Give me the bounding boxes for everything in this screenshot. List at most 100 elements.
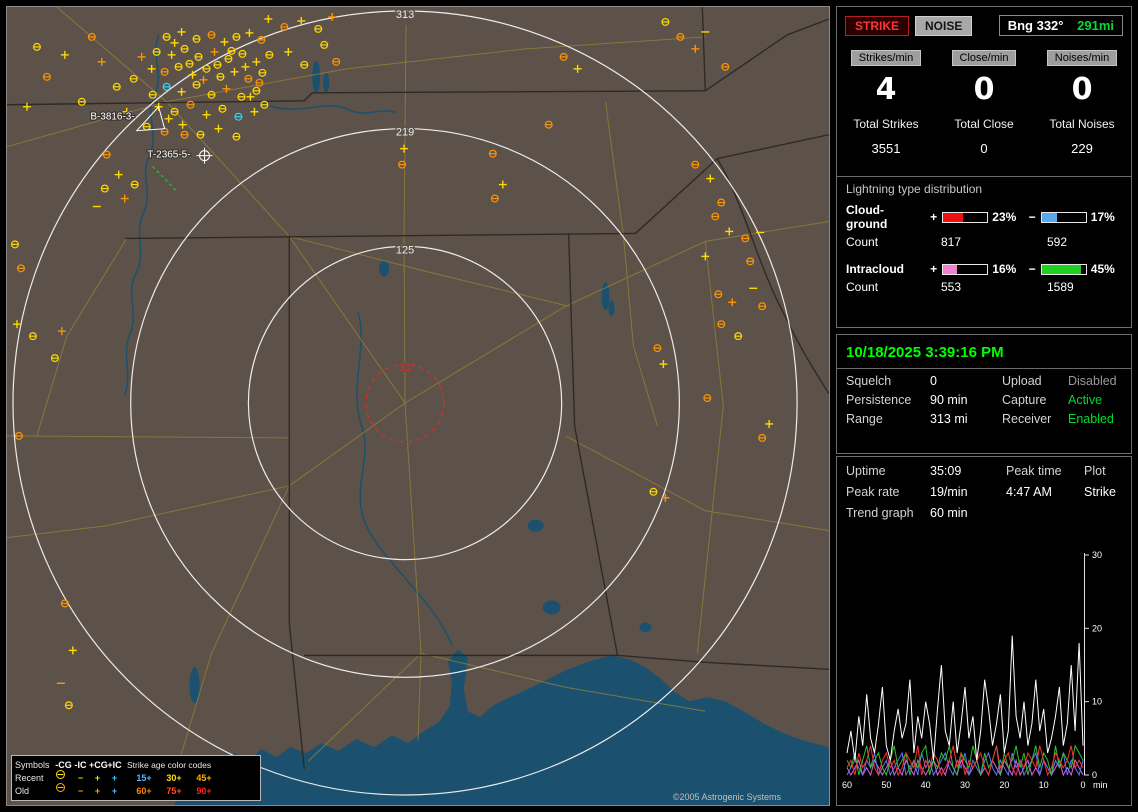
svg-text:40: 40: [921, 780, 931, 790]
settings-row: Range 313 mi Receiver Enabled: [837, 407, 1131, 426]
total-close-label: Total Close: [954, 117, 1014, 131]
svg-text:30: 30: [1092, 550, 1102, 560]
receiver-status: Enabled: [1068, 412, 1114, 426]
age-code-15: 15+: [136, 772, 152, 783]
noises-per-min-chip[interactable]: Noises/min: [1046, 50, 1118, 66]
peak-rate-label: Peak rate: [846, 485, 900, 499]
intracloud-count-row: Count 553 1589: [837, 276, 1131, 294]
ic-minus-count: 1589: [1047, 280, 1074, 294]
uptime-value: 35:09: [930, 464, 962, 478]
cg-plus-pct: 23%: [992, 210, 1017, 224]
trend-panel: Uptime 35:09 Peak time Plot Peak rate 19…: [836, 456, 1132, 806]
total-noises-value: 229: [1071, 141, 1093, 156]
trend-graph-value: 60 min: [930, 506, 968, 520]
persistence-label: Persistence: [846, 393, 912, 407]
capture-status: Active: [1068, 393, 1103, 407]
cloud-ground-count-row: Count 817 592: [837, 231, 1131, 249]
range-label: Range: [846, 412, 883, 426]
range-value: 313 mi: [930, 412, 968, 426]
close-per-min-chip[interactable]: Close/min: [951, 50, 1017, 66]
strikes-per-min-value: 4: [875, 72, 897, 107]
trend-graph: 302010060 50 40 30 20 10 0 min: [842, 550, 1108, 790]
uptime-label: Uptime: [846, 464, 886, 478]
svg-text:313: 313: [396, 9, 414, 21]
legend-age-header: Strike age color codes: [127, 759, 212, 770]
strikes-per-min-chip[interactable]: Strikes/min: [850, 50, 922, 66]
svg-text:10: 10: [1039, 780, 1049, 790]
ic-plus-bar: [942, 263, 989, 275]
noises-per-min-value: 0: [1071, 72, 1093, 107]
bearing-value: Bng 332°: [1007, 18, 1064, 33]
minus-icon: −: [77, 772, 84, 783]
cg-minus-bar: [1040, 211, 1087, 223]
age-code-30: 30+: [166, 772, 182, 783]
legend-col-neg-ic: -IC: [74, 759, 87, 770]
noise-mode-button[interactable]: NOISE: [915, 15, 973, 36]
plot-value: Strike: [1084, 485, 1116, 499]
age-code-45: 45+: [196, 772, 212, 783]
legend-recent-label: Recent: [15, 772, 44, 783]
bearing-distance: 291mi: [1077, 18, 1114, 33]
cloud-ground-row: Cloud-ground + 23% − 17%: [837, 198, 1131, 231]
ic-plus-pct: 16%: [992, 262, 1017, 276]
plus-icon: +: [94, 785, 101, 796]
svg-text:B-3816-3-: B-3816-3-: [90, 112, 134, 123]
cloud-ground-label: Cloud-ground: [846, 203, 888, 231]
minus-sign: −: [1028, 210, 1036, 224]
plus-sign: +: [930, 262, 938, 276]
intracloud-label: Intracloud: [846, 262, 905, 276]
plus-icon: +: [111, 772, 118, 783]
strike-mode-button[interactable]: STRIKE: [845, 15, 910, 36]
plus-sign: +: [930, 210, 938, 224]
total-noises-label: Total Noises: [1049, 117, 1115, 131]
svg-text:T-2365-5-: T-2365-5-: [147, 150, 190, 161]
svg-text:50: 50: [881, 780, 891, 790]
squelch-value: 0: [930, 374, 937, 388]
cg-plus-bar: [942, 211, 989, 223]
plus-icon: +: [111, 785, 118, 796]
svg-text:219: 219: [396, 127, 414, 139]
minus-icon: −: [77, 785, 84, 796]
peak-time-value: 4:47 AM: [1006, 485, 1052, 499]
svg-text:30: 30: [960, 780, 970, 790]
lightning-map[interactable]: 313 219 125 31 B-3816-3- T-2365-5- Symbols -…: [6, 6, 830, 806]
trend-row: Trend graph 60 min: [837, 499, 1131, 520]
ic-minus-pct: 45%: [1090, 262, 1115, 276]
squelch-label: Squelch: [846, 374, 892, 388]
legend-col-pos-ic: +IC: [107, 759, 122, 770]
close-per-min-value: 0: [973, 72, 995, 107]
intracloud-row: Intracloud + 16% − 45%: [837, 257, 1131, 276]
map-legend: Symbols -CG -IC +CG +IC Strike age color…: [11, 755, 261, 801]
svg-text:10: 10: [1092, 697, 1102, 707]
circle-minus-icon: [55, 782, 72, 799]
count-label: Count: [846, 235, 879, 249]
svg-text:125: 125: [396, 244, 414, 256]
ic-minus-bar: [1040, 263, 1087, 275]
copyright-text: ©2005 Astrogenic Systems: [672, 792, 781, 802]
strike-stats-panel: STRIKE NOISE Bng 332° 291mi Strikes/min …: [836, 6, 1132, 328]
svg-text:20: 20: [999, 780, 1009, 790]
cg-minus-pct: 17%: [1090, 210, 1115, 224]
persistence-value: 90 min: [930, 393, 968, 407]
age-code-90: 90+: [196, 785, 212, 796]
plot-label: Plot: [1084, 464, 1106, 478]
legend-symbols-label: Symbols: [15, 759, 50, 770]
legend-old-label: Old: [15, 785, 30, 796]
capture-label: Capture: [1002, 393, 1047, 407]
svg-text:20: 20: [1092, 623, 1102, 633]
svg-text:31: 31: [399, 362, 411, 374]
total-strikes-value: 3551: [871, 141, 901, 156]
total-strikes-label: Total Strikes: [853, 117, 919, 131]
nexstorm-window: 313 219 125 31 B-3816-3- T-2365-5- Symbols -…: [0, 0, 1138, 812]
svg-text:60: 60: [842, 780, 852, 790]
info-row: Peak rate 19/min 4:47 AM Strike: [837, 478, 1131, 499]
peak-time-label: Peak time: [1006, 464, 1062, 478]
peak-rate-value: 19/min: [930, 485, 968, 499]
settings-row: Persistence 90 min Capture Active: [837, 388, 1131, 407]
trend-graph-label: Trend graph: [846, 506, 914, 520]
cg-plus-count: 817: [941, 235, 962, 249]
settings-row: Squelch 0 Upload Disabled: [837, 369, 1131, 388]
age-code-60: 60+: [136, 785, 152, 796]
info-row: Uptime 35:09 Peak time Plot: [837, 457, 1131, 478]
total-close-value: 0: [980, 141, 988, 156]
